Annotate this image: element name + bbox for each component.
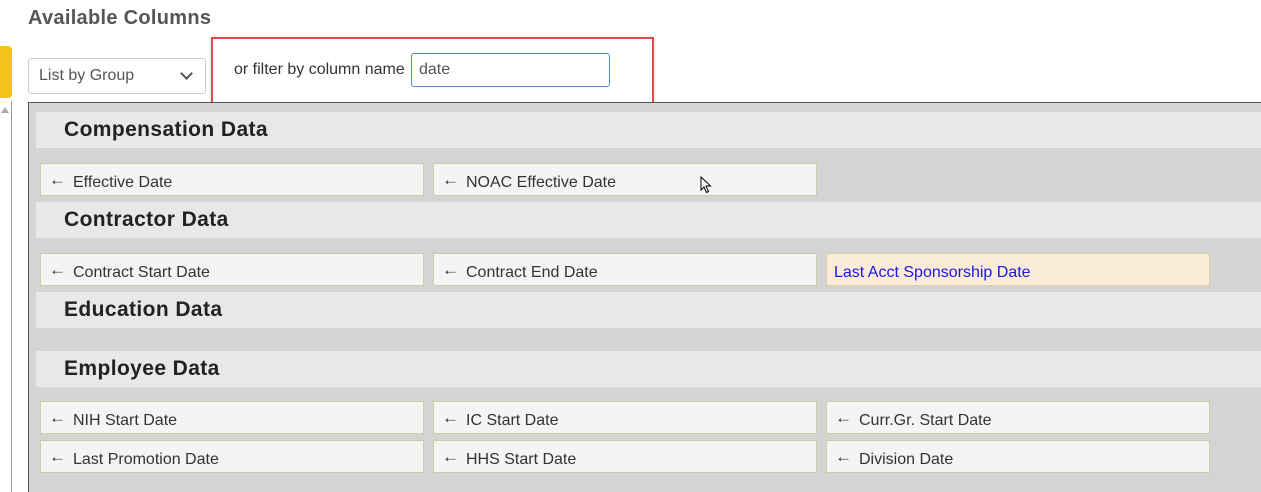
group-select[interactable]: List by Group: [28, 58, 206, 94]
left-panel: [0, 101, 12, 492]
group-title: Contractor Data: [64, 208, 229, 231]
column-item[interactable]: ← Contract Start Date: [40, 253, 424, 286]
column-item[interactable]: ← Effective Date: [40, 163, 424, 196]
group-header: Contractor Data: [36, 202, 1261, 238]
column-label: HHS Start Date: [466, 451, 577, 468]
column-label: Contract End Date: [466, 264, 598, 281]
column-label: Last Promotion Date: [73, 451, 219, 468]
mouse-cursor-icon: [700, 176, 712, 194]
group-title: Employee Data: [64, 357, 220, 380]
arrow-left-icon[interactable]: ←: [442, 170, 459, 190]
column-item[interactable]: ← Last Promotion Date: [40, 440, 424, 473]
column-item[interactable]: ← NIH Start Date: [40, 401, 424, 434]
arrow-left-icon[interactable]: ←: [49, 170, 66, 190]
column-item[interactable]: ← Contract End Date: [433, 253, 817, 286]
column-item[interactable]: Last Acct Sponsorship Date: [826, 253, 1210, 286]
group-title: Compensation Data: [64, 118, 268, 141]
group-header: Compensation Data: [36, 112, 1261, 148]
arrow-left-icon[interactable]: ←: [442, 408, 459, 428]
column-item[interactable]: ← HHS Start Date: [433, 440, 817, 473]
column-label: Contract Start Date: [73, 264, 210, 281]
sidebar-toggle-tab[interactable]: [0, 46, 12, 98]
arrow-left-icon[interactable]: ←: [442, 447, 459, 467]
filter-input[interactable]: [411, 53, 610, 87]
arrow-left-icon[interactable]: ←: [49, 260, 66, 280]
column-label: NOAC Effective Date: [466, 174, 616, 191]
arrow-left-icon[interactable]: ←: [835, 447, 852, 467]
group-select-value: List by Group: [39, 67, 135, 84]
scroll-up-icon[interactable]: [1, 107, 9, 113]
chevron-down-icon: [180, 67, 193, 80]
column-label: Effective Date: [73, 174, 173, 191]
group-header: Employee Data: [36, 351, 1261, 387]
column-item[interactable]: ← Curr.Gr. Start Date: [826, 401, 1210, 434]
column-item[interactable]: ← NOAC Effective Date: [433, 163, 817, 196]
arrow-left-icon[interactable]: ←: [442, 260, 459, 280]
column-label: Last Acct Sponsorship Date: [834, 264, 1031, 281]
column-item[interactable]: ← IC Start Date: [433, 401, 817, 434]
available-columns-list: Compensation Data ← Effective Date ← NOAC Ef…: [28, 102, 1261, 492]
filter-label: or filter by column name: [234, 61, 405, 78]
column-item[interactable]: ← Division Date: [826, 440, 1210, 473]
group-header: Education Data: [36, 292, 1261, 328]
column-label: Division Date: [859, 451, 954, 468]
arrow-left-icon[interactable]: ←: [835, 408, 852, 428]
column-label: NIH Start Date: [73, 412, 178, 429]
page-title: Available Columns: [28, 7, 212, 29]
column-label: IC Start Date: [466, 412, 559, 429]
arrow-left-icon[interactable]: ←: [49, 408, 66, 428]
arrow-left-icon[interactable]: ←: [49, 447, 66, 467]
column-label: Curr.Gr. Start Date: [859, 412, 992, 429]
group-title: Education Data: [64, 298, 223, 321]
